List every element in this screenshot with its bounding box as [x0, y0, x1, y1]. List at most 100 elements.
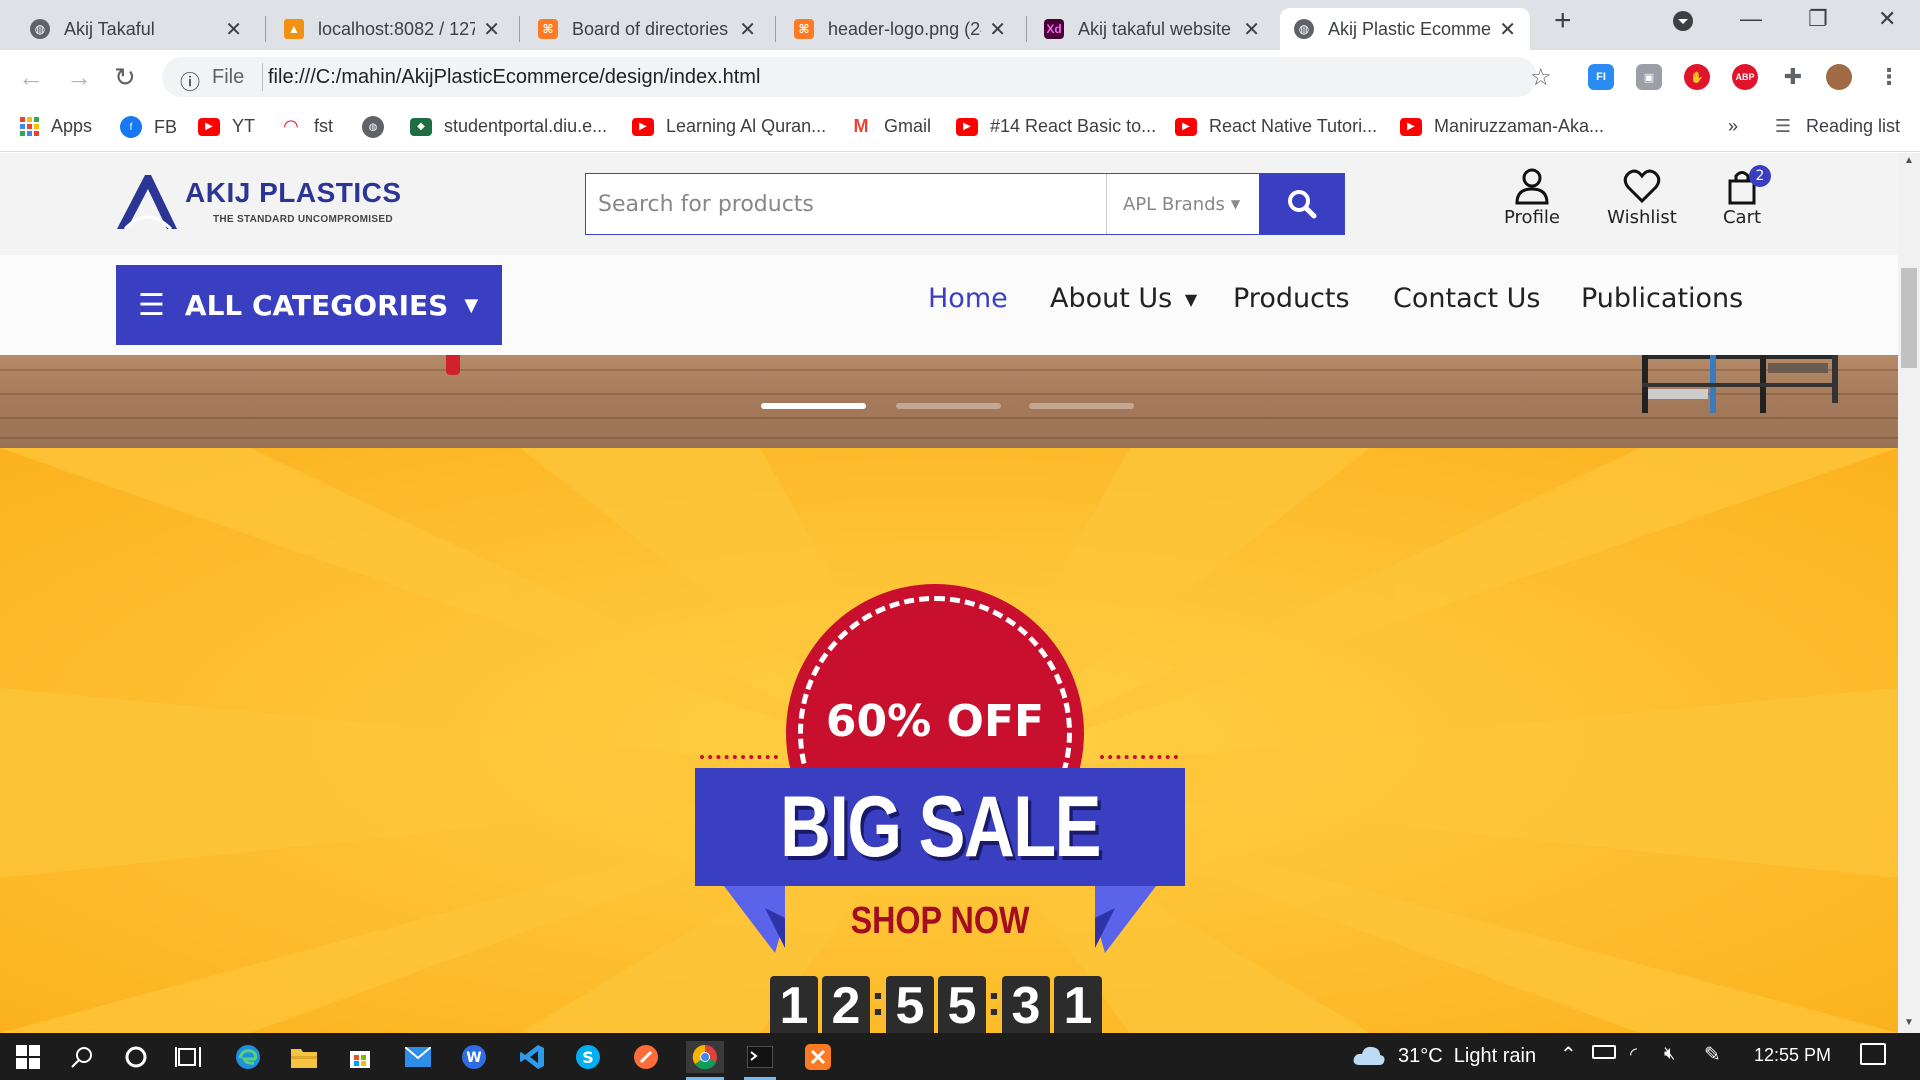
search-button[interactable] — [1259, 174, 1344, 234]
bookmark-studentportal[interactable]: ◆ studentportal.diu.e... — [410, 116, 607, 137]
restore-window-icon[interactable]: ❐ — [1808, 6, 1828, 32]
browser-tab-active[interactable]: ◍ Akij Plastic Ecomme ✕ — [1280, 8, 1530, 50]
weather-cloud-icon[interactable] — [1352, 1043, 1386, 1073]
bookmark-learning-quran[interactable]: ▶ Learning Al Quran... — [632, 116, 826, 137]
brand-select[interactable]: APL Brands ▼ — [1106, 174, 1259, 234]
mail-icon[interactable] — [402, 1041, 434, 1073]
show-hidden-icons-chevron-icon[interactable]: ⌃ — [1560, 1042, 1577, 1067]
browser-tab[interactable]: Xd Akij takaful website ✕ — [1030, 8, 1274, 50]
gmail-icon: M — [853, 116, 869, 136]
close-tab-icon[interactable]: ✕ — [739, 17, 756, 42]
discount-text: 60% OFF — [825, 696, 1045, 747]
extensions-puzzle-icon[interactable]: ✚ — [1780, 64, 1806, 90]
bookmark-apps[interactable]: Apps — [20, 116, 92, 137]
slider-dot[interactable] — [1029, 403, 1134, 409]
extension-fi-icon[interactable]: FI — [1588, 64, 1614, 90]
bookmark-fst[interactable]: ◠ fst — [280, 116, 333, 137]
cortana-icon[interactable] — [120, 1041, 152, 1073]
windows-start-icon[interactable] — [12, 1041, 44, 1073]
bookmark-globe[interactable]: ◍ — [362, 116, 396, 138]
reload-icon[interactable]: ↻ — [114, 62, 136, 93]
profile-avatar[interactable] — [1826, 64, 1852, 90]
bookmark-maniruzzaman[interactable]: ▶ Maniruzzaman-Aka... — [1400, 116, 1604, 137]
close-tab-icon[interactable]: ✕ — [1243, 17, 1260, 42]
site-info-icon[interactable]: ⓘ — [180, 66, 200, 95]
address-divider — [262, 63, 263, 91]
nav-contact-us[interactable]: Contact Us — [1393, 283, 1540, 314]
profile-button[interactable]: Profile — [1487, 167, 1577, 228]
notification-center-icon[interactable] — [1860, 1043, 1886, 1065]
big-sale-headline: BIG SALE — [780, 779, 1102, 875]
adblock-plus-icon[interactable]: ABP — [1732, 64, 1758, 90]
weather-text[interactable]: 31°C Light rain — [1398, 1045, 1536, 1068]
youtube-icon: ▶ — [956, 117, 978, 136]
chrome-icon[interactable] — [686, 1041, 724, 1080]
wishlist-button[interactable]: Wishlist — [1597, 167, 1687, 228]
close-tab-icon[interactable]: ✕ — [1499, 17, 1516, 42]
bookmarks-overflow-button[interactable]: » — [1728, 116, 1738, 137]
close-window-icon[interactable]: ✕ — [1878, 6, 1896, 32]
bookmark-yt[interactable]: ▶ YT — [198, 116, 255, 137]
reading-list-button[interactable]: ☰ Reading list — [1772, 116, 1900, 137]
browser-tab[interactable]: ⌘ Board of directories ✕ — [524, 8, 770, 50]
globe-icon: ◍ — [30, 19, 50, 39]
countdown-digit: 2 — [822, 976, 870, 1033]
nav-about-us[interactable]: About Us ▼ — [1050, 283, 1197, 314]
nav-products[interactable]: Products — [1233, 283, 1350, 314]
new-tab-button[interactable]: + — [1554, 4, 1572, 38]
nav-publications[interactable]: Publications — [1581, 283, 1743, 314]
search-icon[interactable] — [66, 1041, 98, 1073]
close-tab-icon[interactable]: ✕ — [483, 17, 500, 42]
close-tab-icon[interactable]: ✕ — [989, 17, 1006, 42]
scroll-down-arrow-icon[interactable]: ▼ — [1904, 1017, 1914, 1028]
nav-home[interactable]: Home — [928, 283, 1008, 314]
extension-puzzle-doc-icon[interactable]: ▣ — [1636, 64, 1662, 90]
microsoft-store-icon[interactable] — [344, 1041, 376, 1073]
bookmark-star-icon[interactable]: ☆ — [1530, 63, 1552, 92]
cart-button[interactable]: Cart 2 — [1697, 165, 1787, 228]
vscode-icon[interactable] — [516, 1041, 548, 1073]
bookmark-gmail[interactable]: M Gmail — [850, 116, 932, 137]
task-view-icon[interactable] — [172, 1041, 204, 1073]
tab-search-icon[interactable] — [1672, 10, 1694, 38]
shop-now-link[interactable]: SHOP NOW — [732, 900, 1149, 943]
scroll-up-arrow-icon[interactable]: ▲ — [1904, 155, 1914, 166]
search-input[interactable] — [586, 174, 1106, 234]
bookmark-fb[interactable]: f FB — [120, 116, 177, 138]
bookmark-react-native[interactable]: ▶ React Native Tutori... — [1175, 116, 1377, 137]
address-bar[interactable]: ⓘ File file:///C:/mahin/AkijPlasticEcomm… — [162, 57, 1552, 97]
pen-workspace-icon[interactable]: ✎ — [1704, 1042, 1721, 1067]
wps-writer-icon[interactable]: W — [458, 1041, 490, 1073]
skype-icon[interactable]: S — [572, 1041, 604, 1073]
browser-tab[interactable]: ▲ localhost:8082 / 127 ✕ — [270, 8, 514, 50]
back-icon[interactable]: ← — [18, 62, 44, 93]
bookmark-react-basic[interactable]: ▶ #14 React Basic to... — [956, 116, 1156, 137]
battery-icon[interactable] — [1592, 1045, 1616, 1059]
file-explorer-icon[interactable] — [288, 1041, 320, 1073]
all-categories-button[interactable]: ☰ ALL CATEGORIES ▼ — [116, 265, 502, 345]
decor-dots-right — [1100, 755, 1178, 759]
browser-tab[interactable]: ◍ Akij Takaful ✕ — [16, 8, 256, 50]
browser-tab[interactable]: ⌘ header-logo.png (24 ✕ — [780, 8, 1020, 50]
close-tab-icon[interactable]: ✕ — [225, 17, 242, 42]
slider-dot[interactable] — [896, 403, 1001, 409]
terminal-icon[interactable] — [744, 1041, 776, 1080]
countdown-digit: 5 — [886, 976, 934, 1033]
clock-time[interactable]: 12:55 PM — [1754, 1045, 1831, 1066]
site-logo[interactable]: AKIJ PLASTICS THE STANDARD UNCOMPROMISED — [115, 171, 445, 233]
edge-browser-icon[interactable] — [232, 1041, 264, 1073]
volume-muted-icon[interactable]: 🔇︎ — [1664, 1043, 1675, 1064]
url-text[interactable]: file:///C:/mahin/AkijPlasticEcommerce/de… — [268, 66, 760, 89]
browser-menu-icon[interactable]: ⋮ — [1876, 64, 1902, 90]
forward-icon[interactable]: → — [66, 62, 92, 93]
minimize-window-icon[interactable]: — — [1740, 6, 1762, 32]
wifi-icon[interactable]: ◜ — [1630, 1044, 1637, 1065]
slider-dot-active[interactable] — [761, 403, 866, 409]
extension-shield-icon[interactable]: ✋ — [1684, 64, 1710, 90]
postman-icon[interactable] — [630, 1041, 662, 1073]
page-scrollbar[interactable]: ▲ ▼ — [1898, 153, 1920, 1033]
xampp-icon[interactable] — [802, 1041, 834, 1073]
scrollbar-thumb[interactable] — [1901, 268, 1917, 368]
big-sale-banner[interactable]: 60% OFF BIG SALE SHOP NOW 1 2 : 5 5 : 3 … — [0, 448, 1898, 1033]
bookmark-label: Maniruzzaman-Aka... — [1434, 116, 1605, 136]
